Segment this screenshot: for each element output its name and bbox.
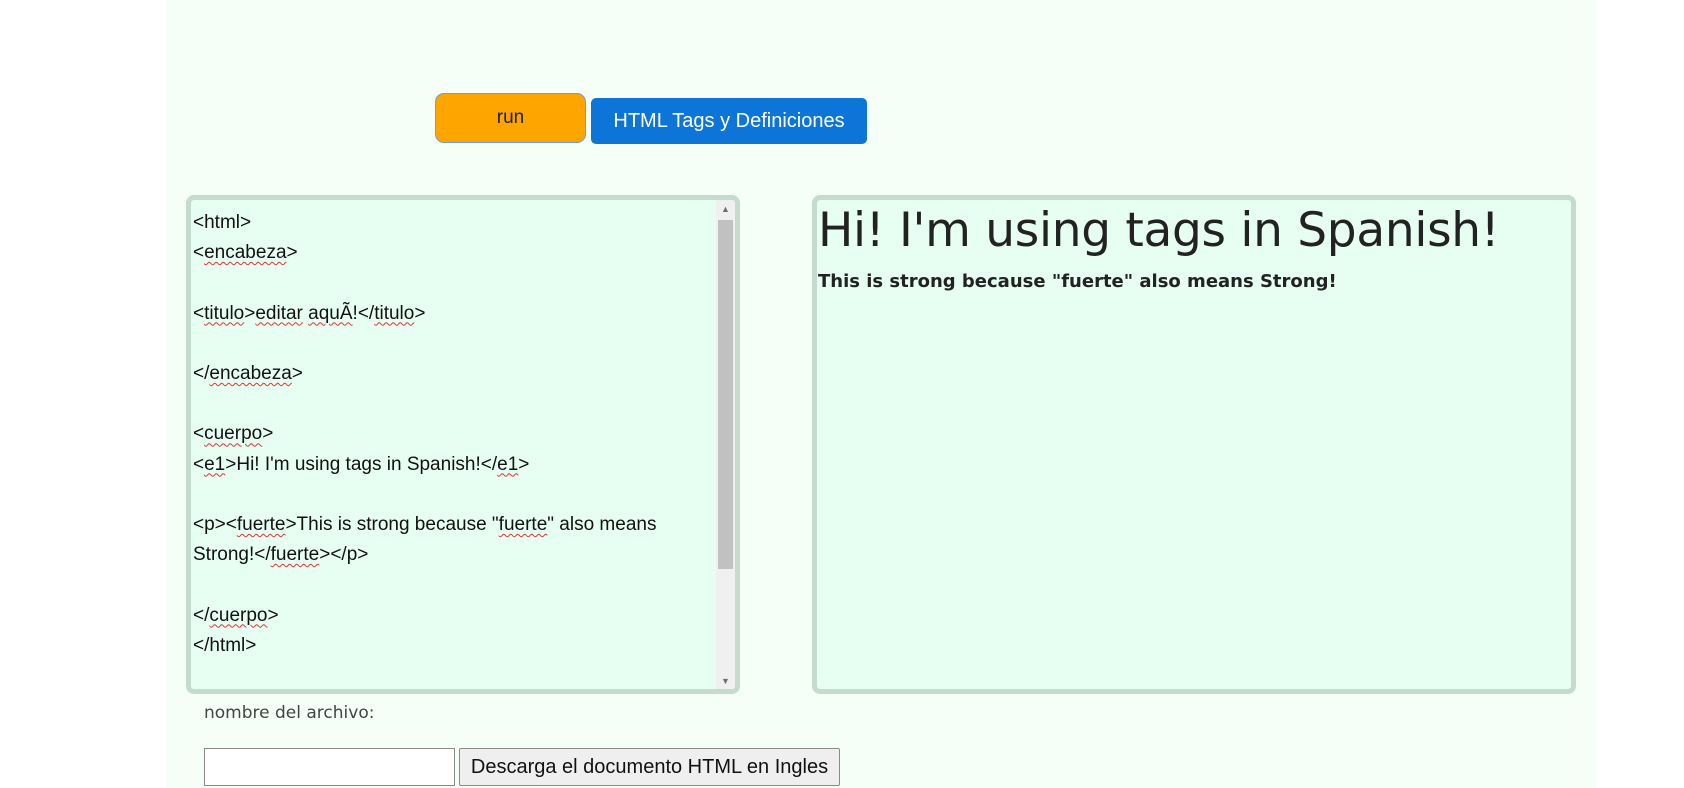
code-editor-textarea[interactable]: <html> <encabeza> <titulo>editar aquÃ!</ti… <box>186 195 740 694</box>
code-text: </ <box>193 604 210 626</box>
html-tags-definitions-button[interactable]: HTML Tags y Definiciones <box>591 98 867 144</box>
filename-input[interactable] <box>204 748 455 786</box>
code-text: < <box>193 453 205 475</box>
misspelled-word: aquÃ <box>308 302 353 324</box>
code-text: < <box>193 242 205 264</box>
code-text: <p>< <box>193 513 237 535</box>
scroll-up-arrow-icon[interactable]: ▲ <box>716 200 735 217</box>
code-text: > <box>291 362 303 384</box>
run-button[interactable]: run <box>435 93 586 143</box>
download-html-button[interactable]: Descarga el documento HTML en Ingles <box>459 748 840 786</box>
misspelled-word: titulo <box>204 302 245 324</box>
misspelled-word: cuerpo <box>204 423 263 445</box>
code-line: Strong!</fuerte></p> <box>193 540 713 570</box>
code-line: <html> <box>193 208 713 238</box>
filename-label: nombre del archivo: <box>204 703 375 723</box>
code-text: <html> <box>193 212 252 233</box>
code-line: </cuerpo> <box>193 601 713 631</box>
misspelled-word: e1 <box>204 453 226 475</box>
code-text: < <box>193 423 205 445</box>
code-text: > <box>262 423 274 445</box>
misspelled-word: titulo <box>374 302 415 324</box>
preview-strong-text: This is strong because "fuerte" also mea… <box>818 271 1337 292</box>
code-text: </ <box>193 362 210 384</box>
code-text: < <box>193 302 205 324</box>
code-editor-content[interactable]: <html> <encabeza> <titulo>editar aquÃ!</ti… <box>193 208 713 661</box>
misspelled-word: fuerte <box>270 544 320 566</box>
code-line: </html> <box>193 631 713 661</box>
misspelled-word: encabeza <box>209 362 292 384</box>
code-text: > <box>286 242 298 264</box>
code-line: <encabeza> <box>193 238 713 268</box>
code-text: Strong!</ <box>193 544 271 566</box>
code-line: <e1>Hi! I'm using tags in Spanish!</e1> <box>193 450 713 480</box>
misspelled-word: encabeza <box>204 242 287 264</box>
misspelled-word: fuerte <box>498 513 548 535</box>
editor-scrollbar[interactable]: ▲ ▼ <box>716 200 735 689</box>
scroll-down-arrow-icon[interactable]: ▼ <box>716 672 735 689</box>
code-text: !</ <box>352 302 375 324</box>
code-text: > <box>267 604 279 626</box>
code-line: <p><fuerte>This is strong because "fuert… <box>193 510 713 540</box>
code-text: >This is strong because " <box>285 513 499 535</box>
code-text: ></p> <box>319 544 369 566</box>
code-text: </html> <box>193 634 257 656</box>
code-text: > <box>414 302 426 324</box>
code-line: </encabeza> <box>193 359 713 389</box>
preview-heading: Hi! I'm using tags in Spanish! <box>818 203 1500 258</box>
code-line: <cuerpo> <box>193 419 713 449</box>
misspelled-word: editar <box>255 302 303 324</box>
code-text: >Hi! I'm using tags in Spanish!</ <box>225 453 498 475</box>
code-line: <titulo>editar aquÃ!</titulo> <box>193 299 713 329</box>
scrollbar-thumb[interactable] <box>718 220 733 569</box>
code-text: > <box>518 453 530 475</box>
code-text: " also means <box>547 513 657 535</box>
code-text: > <box>244 302 256 324</box>
misspelled-word: fuerte <box>236 513 286 535</box>
misspelled-word: cuerpo <box>209 604 268 626</box>
misspelled-word: e1 <box>497 453 519 475</box>
preview-pane: Hi! I'm using tags in Spanish! This is s… <box>812 195 1576 694</box>
